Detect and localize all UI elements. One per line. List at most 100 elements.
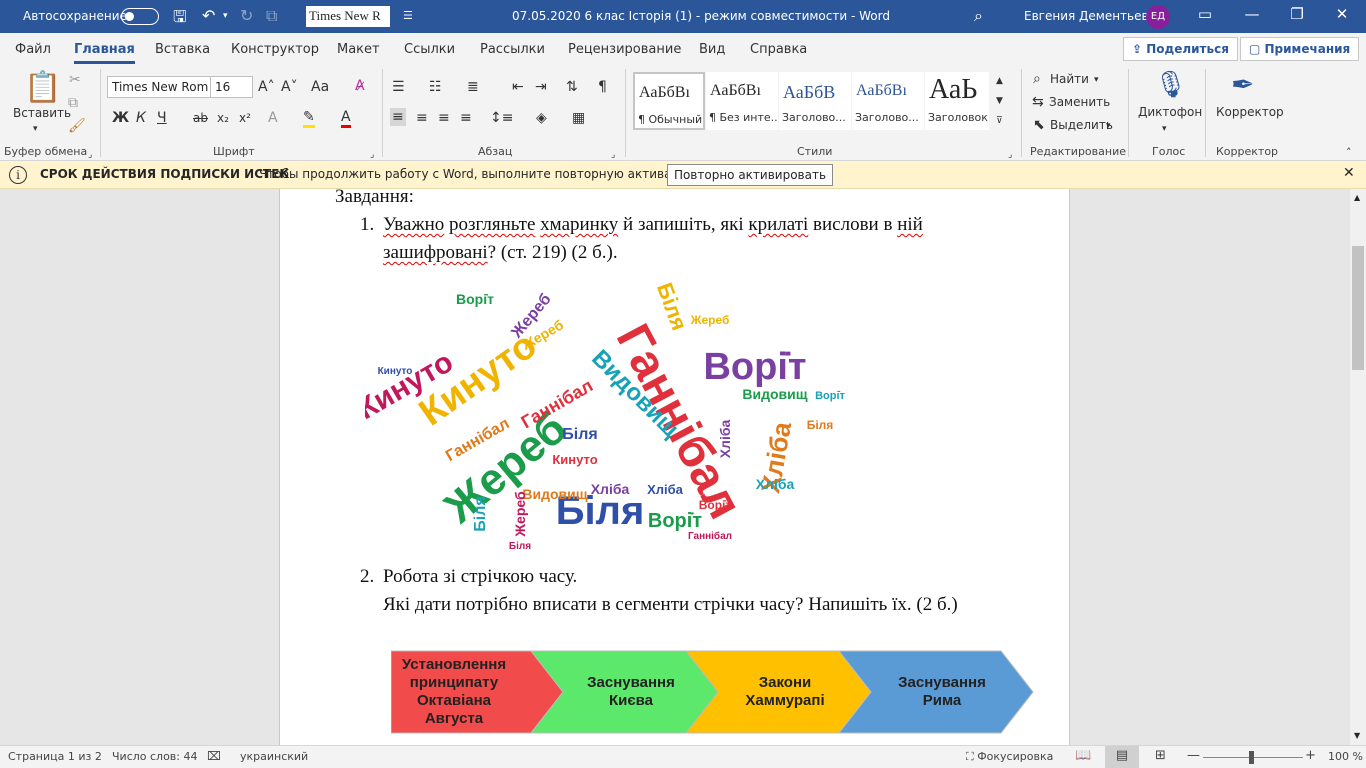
quick-access-more-icon[interactable]: ☰	[403, 9, 413, 22]
zoom-level[interactable]: 100 %	[1328, 750, 1363, 763]
change-case-icon[interactable]: Aa	[311, 79, 329, 95]
bold-icon[interactable]: Ж	[112, 110, 129, 126]
grow-font-icon[interactable]: A˄	[258, 79, 275, 95]
editor-icon[interactable]: ✒	[1231, 70, 1254, 100]
shrink-font-icon[interactable]: A˅	[281, 79, 298, 95]
sort-icon[interactable]: ⇅	[566, 79, 578, 95]
replace-button[interactable]: Заменить	[1049, 95, 1110, 109]
collapse-ribbon-icon[interactable]: ˄	[1346, 145, 1352, 161]
reactivate-button[interactable]: Повторно активировать	[667, 164, 833, 186]
find-dropdown-icon[interactable]: ▾	[1094, 72, 1099, 88]
microphone-icon[interactable]: 🎙	[1154, 70, 1187, 100]
replace-icon[interactable]: ⇆	[1032, 94, 1044, 110]
clear-formatting-icon[interactable]: A̷	[355, 78, 365, 94]
web-layout-icon[interactable]: ⊞	[1155, 748, 1166, 763]
undo-dropdown-icon[interactable]: ▾	[223, 11, 228, 21]
select-dropdown-icon[interactable]: ▾	[1106, 118, 1111, 134]
paste-button[interactable]: Вставить	[13, 106, 71, 120]
language[interactable]: украинский	[240, 750, 308, 763]
numbering-icon[interactable]: ☷	[429, 79, 442, 95]
style-heading1[interactable]: АаБбВ Заголово...	[779, 72, 851, 130]
paste-dropdown-icon[interactable]: ▾	[33, 121, 38, 137]
find-button[interactable]: Найти	[1050, 72, 1089, 86]
line-spacing-icon[interactable]: ↕≡	[490, 110, 513, 126]
align-right-icon[interactable]: ≡	[438, 110, 450, 126]
find-icon[interactable]: ⌕	[1033, 71, 1041, 87]
show-marks-icon[interactable]: ¶	[598, 79, 607, 95]
document-page[interactable]: Завдання: 1. Уважно розгляньте хмаринку …	[279, 189, 1070, 745]
tab-home[interactable]: Главная	[74, 42, 135, 64]
proofing-icon[interactable]: ⌧	[207, 749, 221, 763]
subscript-icon[interactable]: x₂	[217, 110, 229, 126]
style-normal[interactable]: АаБбВı ¶ Обычный	[633, 72, 705, 130]
tab-view[interactable]: Вид	[699, 42, 725, 57]
tab-references[interactable]: Ссылки	[404, 42, 455, 57]
print-layout-icon[interactable]: ▤	[1105, 746, 1139, 768]
copy-icon[interactable]: ⧉	[68, 95, 78, 111]
shading-icon[interactable]: ◈	[536, 110, 547, 126]
user-name[interactable]: Евгения Дементьева	[1024, 9, 1156, 23]
decrease-indent-icon[interactable]: ⇤	[512, 79, 524, 95]
zoom-thumb[interactable]	[1249, 751, 1254, 764]
tab-design[interactable]: Конструктор	[231, 42, 319, 57]
borders-icon[interactable]: ▦	[572, 110, 585, 126]
bullets-icon[interactable]: ☰	[392, 79, 405, 95]
italic-icon[interactable]: К	[136, 110, 146, 126]
text-effects-icon[interactable]: A	[268, 110, 278, 126]
format-painter-icon[interactable]: 🖌	[68, 118, 86, 134]
tab-layout[interactable]: Макет	[337, 42, 380, 57]
styles-scroll-down-icon[interactable]: ▼	[996, 93, 1003, 109]
save-icon[interactable]: 🖫	[173, 6, 187, 33]
font-size-combo[interactable]: 16	[210, 76, 253, 98]
styles-more-icon[interactable]: ⊽	[996, 113, 1003, 129]
strikethrough-icon[interactable]: ab	[193, 110, 208, 126]
align-left-icon[interactable]: ≡	[390, 108, 406, 126]
increase-indent-icon[interactable]: ⇥	[535, 79, 547, 95]
minimize-icon[interactable]: —	[1232, 5, 1272, 23]
editor-button[interactable]: Корректор	[1216, 105, 1284, 119]
word-count[interactable]: Число слов: 44	[112, 750, 198, 763]
style-heading2[interactable]: АаБбВı Заголово...	[852, 72, 924, 130]
page-count[interactable]: Страница 1 из 2	[8, 750, 102, 763]
select-button[interactable]: Выделить	[1050, 118, 1113, 132]
zoom-out-icon[interactable]: —	[1187, 748, 1200, 763]
dictate-dropdown-icon[interactable]: ▾	[1162, 121, 1167, 137]
superscript-icon[interactable]: x²	[239, 110, 251, 126]
share-button[interactable]: ⇪ Поделиться	[1123, 37, 1238, 61]
style-title[interactable]: АаЬ Заголовок	[925, 72, 989, 130]
tab-help[interactable]: Справка	[750, 42, 807, 57]
underline-icon[interactable]: Ч	[157, 110, 167, 126]
dictate-button[interactable]: Диктофон	[1138, 105, 1202, 119]
zoom-in-icon[interactable]: +	[1305, 748, 1316, 763]
tab-file[interactable]: Файл	[15, 42, 51, 57]
scroll-down-icon[interactable]: ▼	[1354, 731, 1360, 740]
scroll-up-icon[interactable]: ▲	[1354, 193, 1360, 202]
comments-button[interactable]: ▢ Примечания	[1240, 37, 1360, 61]
restore-icon[interactable]: ❐	[1277, 5, 1317, 23]
align-center-icon[interactable]: ≡	[416, 110, 428, 126]
ribbon-display-icon[interactable]: ▭	[1185, 5, 1225, 23]
search-icon[interactable]: ⌕	[974, 6, 983, 26]
highlight-icon[interactable]: ✎	[303, 109, 315, 128]
tab-review[interactable]: Рецензирование	[568, 42, 681, 57]
undo-icon[interactable]: ↶	[202, 6, 215, 25]
select-icon[interactable]: ⬉	[1033, 117, 1045, 133]
vertical-scrollbar[interactable]: ▲ ▼	[1350, 189, 1366, 745]
style-no-spacing[interactable]: АаБбВı ¶ Без инте...	[706, 72, 778, 130]
read-mode-icon[interactable]: 📖	[1075, 748, 1091, 763]
styles-scroll-up-icon[interactable]: ▲	[996, 73, 1003, 89]
font-color-icon[interactable]: A	[341, 109, 351, 128]
close-icon[interactable]: ✕	[1322, 5, 1362, 23]
scroll-thumb[interactable]	[1352, 246, 1364, 370]
tab-insert[interactable]: Вставка	[155, 42, 210, 57]
font-name-combo[interactable]: Times New Rom	[107, 76, 211, 98]
focus-mode[interactable]: ⛶ Фокусировка	[966, 750, 1053, 764]
cut-icon[interactable]: ✂	[69, 72, 81, 88]
close-message-icon[interactable]: ✕	[1343, 165, 1355, 181]
paste-icon[interactable]: 📋	[24, 73, 61, 103]
autosave-toggle[interactable]	[121, 8, 159, 25]
avatar[interactable]: ЕД	[1146, 5, 1170, 29]
quick-font-box[interactable]: Times New R	[306, 6, 390, 27]
justify-icon[interactable]: ≡	[460, 110, 472, 126]
tab-mailings[interactable]: Рассылки	[480, 42, 545, 57]
